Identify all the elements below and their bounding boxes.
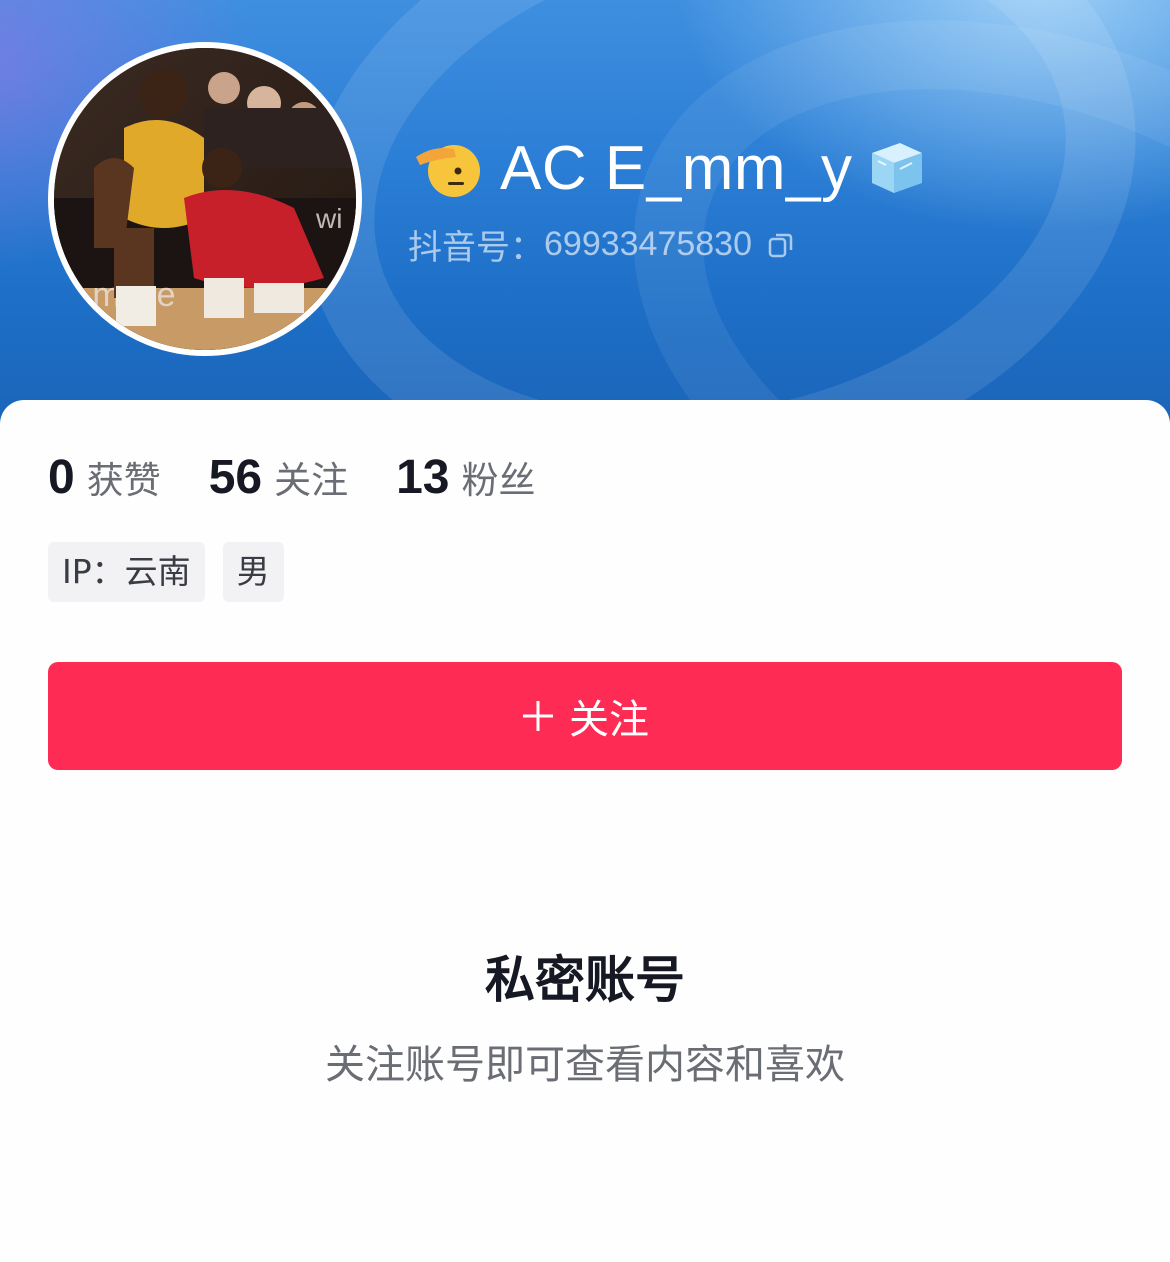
profile-card: 0 获赞 56 关注 13 粉丝 IP：云南 男 关注 私密账号 关注账号即可查… <box>0 400 1170 1262</box>
profile-id-row: 抖音号： 69933475830 <box>408 220 796 269</box>
stat-likes-value: 0 <box>48 451 75 504</box>
saluting-face-icon <box>416 145 480 197</box>
private-account-subtitle: 关注账号即可查看内容和喜欢 <box>325 1042 845 1088</box>
ice-cube-icon <box>872 143 923 193</box>
avatar[interactable]: e move wi <box>48 42 362 356</box>
stat-likes-label: 获赞 <box>86 459 161 502</box>
follow-button-label: 关注 <box>569 697 649 743</box>
plus-icon <box>523 701 553 731</box>
profile-name-row: AC E_mm_y <box>414 128 928 208</box>
stat-following-value: 56 <box>208 451 263 504</box>
profile-id-label: 抖音号： <box>408 229 544 267</box>
follow-button[interactable]: 关注 <box>48 662 1122 770</box>
stat-followers-value: 13 <box>396 451 450 504</box>
profile-tags: IP：云南 男 <box>48 542 302 602</box>
private-account-title: 私密账号 <box>485 951 685 1009</box>
avatar-image: e move wi <box>54 48 356 350</box>
stat-followers[interactable]: 13 粉丝 <box>396 450 535 505</box>
profile-id-value: 69933475830 <box>544 225 753 263</box>
profile-stats: 0 获赞 56 关注 13 粉丝 <box>48 450 583 505</box>
profile-name: AC E_mm_y <box>500 133 853 203</box>
stat-likes[interactable]: 0 获赞 <box>48 450 161 505</box>
stat-following-label: 关注 <box>274 459 349 502</box>
tag-ip-location: IP：云南 <box>48 542 205 602</box>
copy-icon[interactable] <box>766 230 796 260</box>
stat-followers-label: 粉丝 <box>461 459 536 502</box>
tag-gender: 男 <box>222 542 284 602</box>
stat-following[interactable]: 56 关注 <box>209 450 348 505</box>
profile-header: e move wi AC E_mm_y <box>0 0 1170 440</box>
svg-text:wi: wi <box>315 203 342 234</box>
